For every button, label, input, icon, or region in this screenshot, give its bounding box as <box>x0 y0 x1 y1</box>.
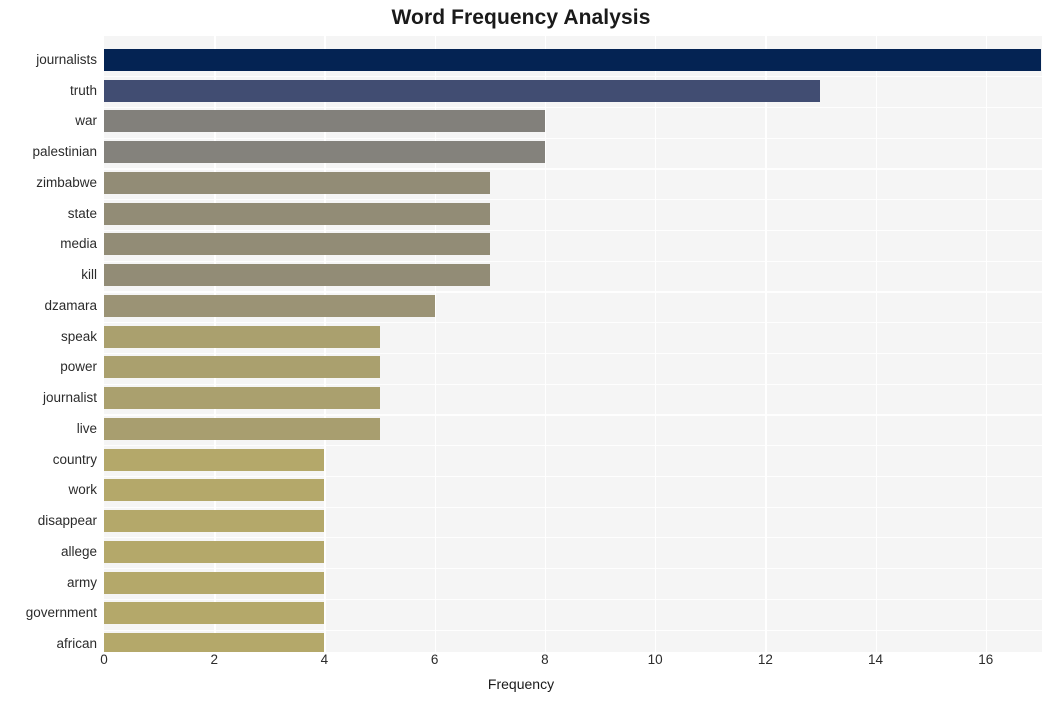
x-tick-12: 12 <box>757 652 773 667</box>
chart-title: Word Frequency Analysis <box>391 6 651 29</box>
y-tick-journalists: journalists <box>36 52 97 67</box>
row-separator <box>104 322 1042 324</box>
row-separator <box>104 537 1042 539</box>
y-tick-journalist: journalist <box>42 390 97 406</box>
bar-work <box>104 479 1042 502</box>
y-tick-zimbabwe: zimbabwe <box>36 174 97 190</box>
y-tick-kill: kill <box>81 267 97 283</box>
x-tick-2: 2 <box>210 652 218 667</box>
bar-rect-disappear <box>104 510 325 533</box>
bar-rect-speak <box>104 325 380 348</box>
bar-palestinian <box>104 141 1042 164</box>
row-separator <box>104 568 1042 570</box>
row-separator <box>104 475 1042 477</box>
y-tick-war: war <box>75 113 97 129</box>
bar-rect-african <box>104 633 325 652</box>
bar-rect-army <box>104 571 325 594</box>
bar-rect-war <box>104 110 545 133</box>
bar-rect-zimbabwe <box>104 171 490 194</box>
y-tick-government: government <box>25 605 97 621</box>
row-separator <box>104 137 1042 139</box>
bar-media <box>104 233 1042 256</box>
row-separator <box>104 199 1042 201</box>
x-tick-0: 0 <box>100 652 108 667</box>
row-separator <box>104 168 1042 170</box>
x-tick-4: 4 <box>320 652 329 667</box>
y-tick-palestinian: palestinian <box>32 144 97 160</box>
y-tick-african: african <box>56 636 97 651</box>
bar-rect-allege <box>104 540 325 563</box>
row-separator <box>104 414 1042 416</box>
bar-rect-palestinian <box>104 141 545 164</box>
row-separator <box>104 629 1042 631</box>
y-tick-truth: truth <box>69 82 97 98</box>
bar-dzamara <box>104 294 1042 317</box>
bar-rect-dzamara <box>104 294 435 317</box>
row-separator <box>104 445 1042 447</box>
bar-live <box>104 417 1042 440</box>
bar-truth <box>104 79 1042 102</box>
bar-government <box>104 602 1042 625</box>
bar-kill <box>104 264 1042 287</box>
row-separator <box>104 598 1042 600</box>
bar-journalist <box>104 387 1042 410</box>
bar-rect-truth <box>104 79 821 102</box>
bar-state <box>104 202 1042 225</box>
x-tick-10: 10 <box>647 652 663 667</box>
y-axis-tick-labels: journalists truth war palestinian zimbabwe st… <box>0 36 97 652</box>
bar-disappear <box>104 510 1042 533</box>
x-axis-tick-labels: 0 2 4 6 8 10 12 14 16 <box>0 652 1042 676</box>
bar-power <box>104 356 1042 379</box>
y-tick-country: country <box>52 451 97 467</box>
row-separator <box>104 506 1042 508</box>
bar-rect-country <box>104 448 325 471</box>
x-axis-title: Frequency <box>487 676 555 692</box>
bar-rect-journalist <box>104 387 380 410</box>
y-tick-army: army <box>67 574 97 590</box>
row-separator <box>104 106 1042 109</box>
y-tick-allege: allege <box>60 543 97 559</box>
y-tick-disappear: disappear <box>37 513 97 529</box>
row-separator <box>104 352 1042 355</box>
y-tick-media: media <box>60 236 97 252</box>
x-tick-6: 6 <box>430 652 439 667</box>
bar-rect-government <box>104 602 325 625</box>
row-separator <box>104 229 1042 232</box>
y-tick-dzamara: dzamara <box>44 297 97 313</box>
bar-rect-state <box>104 202 490 225</box>
plot-area <box>104 36 1042 652</box>
bar-rect-work <box>104 479 325 502</box>
y-tick-state: state <box>67 205 97 221</box>
y-tick-work: work <box>68 482 97 498</box>
bar-speak <box>104 325 1042 348</box>
bar-rect-power <box>104 356 380 379</box>
bar-allege <box>104 540 1042 563</box>
bar-rect-live <box>104 417 380 440</box>
bar-journalists <box>104 49 1042 71</box>
bars-container <box>104 36 1042 652</box>
row-separator <box>104 383 1042 385</box>
row-separator <box>104 76 1042 78</box>
x-tick-8: 8 <box>541 652 549 667</box>
bar-rect-kill <box>104 264 490 287</box>
bar-african <box>104 633 1042 652</box>
x-tick-16: 16 <box>978 652 994 667</box>
bar-army <box>104 571 1042 594</box>
y-tick-power: power <box>60 359 97 375</box>
bar-country <box>104 448 1042 471</box>
y-tick-speak: speak <box>60 328 97 344</box>
bar-zimbabwe <box>104 171 1042 194</box>
row-separator <box>104 260 1042 262</box>
row-separator <box>104 291 1042 293</box>
x-tick-14: 14 <box>868 652 884 667</box>
y-tick-live: live <box>76 420 97 436</box>
bar-rect-media <box>104 233 490 256</box>
word-frequency-chart: Word Frequency Analysis journalists truth… <box>0 0 1042 701</box>
bar-rect-journalists <box>104 49 1041 71</box>
bar-war <box>104 110 1042 133</box>
